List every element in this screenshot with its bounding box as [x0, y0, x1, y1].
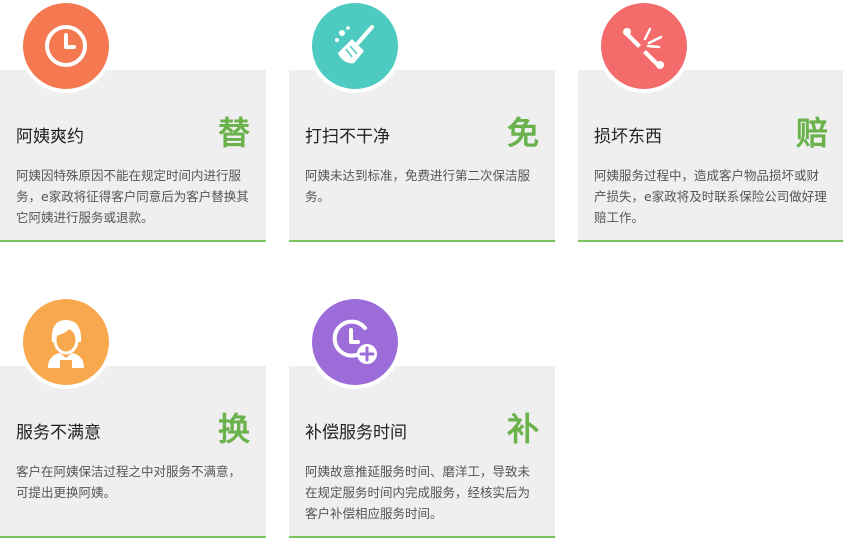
guarantee-card-no-show: 阿姨爽约 替 阿姨因特殊原因不能在规定时间内进行服务，e家政将征得客户同意后为客… — [0, 70, 266, 242]
housekeeper-icon — [23, 299, 109, 385]
guarantee-card-unsatisfied: 服务不满意 换 客户在阿姨保洁过程之中对服务不满意，可提出更换阿姨。 — [0, 366, 266, 538]
guarantee-card-not-clean: 打扫不干净 免 阿姨未达到标准，免费进行第二次保洁服务。 — [289, 70, 555, 242]
card-badge: 补 — [506, 410, 539, 448]
card-description: 客户在阿姨保洁过程之中对服务不满意，可提出更换阿姨。 — [16, 464, 242, 500]
card-title: 补偿服务时间 — [305, 423, 407, 443]
card-title: 损坏东西 — [594, 127, 662, 147]
card-title: 打扫不干净 — [305, 127, 390, 147]
guarantee-card-damage: 损坏东西 赔 阿姨服务过程中，造成客户物品损坏或财产损失，e家政将及时联系保险公… — [578, 70, 843, 242]
broken-item-icon — [601, 3, 687, 89]
clock-plus-icon — [312, 299, 398, 385]
card-description: 阿姨故意推延服务时间、磨洋工，导致未在规定服务时间内完成服务，经核实后为客户补偿… — [305, 464, 531, 521]
card-badge: 赔 — [795, 114, 828, 152]
broom-icon — [312, 3, 398, 89]
card-description: 阿姨服务过程中，造成客户物品损坏或财产损失，e家政将及时联系保险公司做好理赔工作… — [594, 168, 827, 225]
clock-icon — [23, 3, 109, 89]
card-title: 阿姨爽约 — [16, 127, 84, 147]
guarantee-card-time-compensation: 补偿服务时间 补 阿姨故意推延服务时间、磨洋工，导致未在规定服务时间内完成服务，… — [289, 366, 555, 538]
card-description: 阿姨未达到标准，免费进行第二次保洁服务。 — [305, 168, 531, 204]
card-description: 阿姨因特殊原因不能在规定时间内进行服务，e家政将征得客户同意后为客户替换其它阿姨… — [16, 168, 249, 225]
card-badge: 免 — [506, 114, 539, 152]
card-title: 服务不满意 — [16, 423, 101, 443]
card-badge: 换 — [217, 410, 250, 448]
card-badge: 替 — [217, 114, 250, 152]
